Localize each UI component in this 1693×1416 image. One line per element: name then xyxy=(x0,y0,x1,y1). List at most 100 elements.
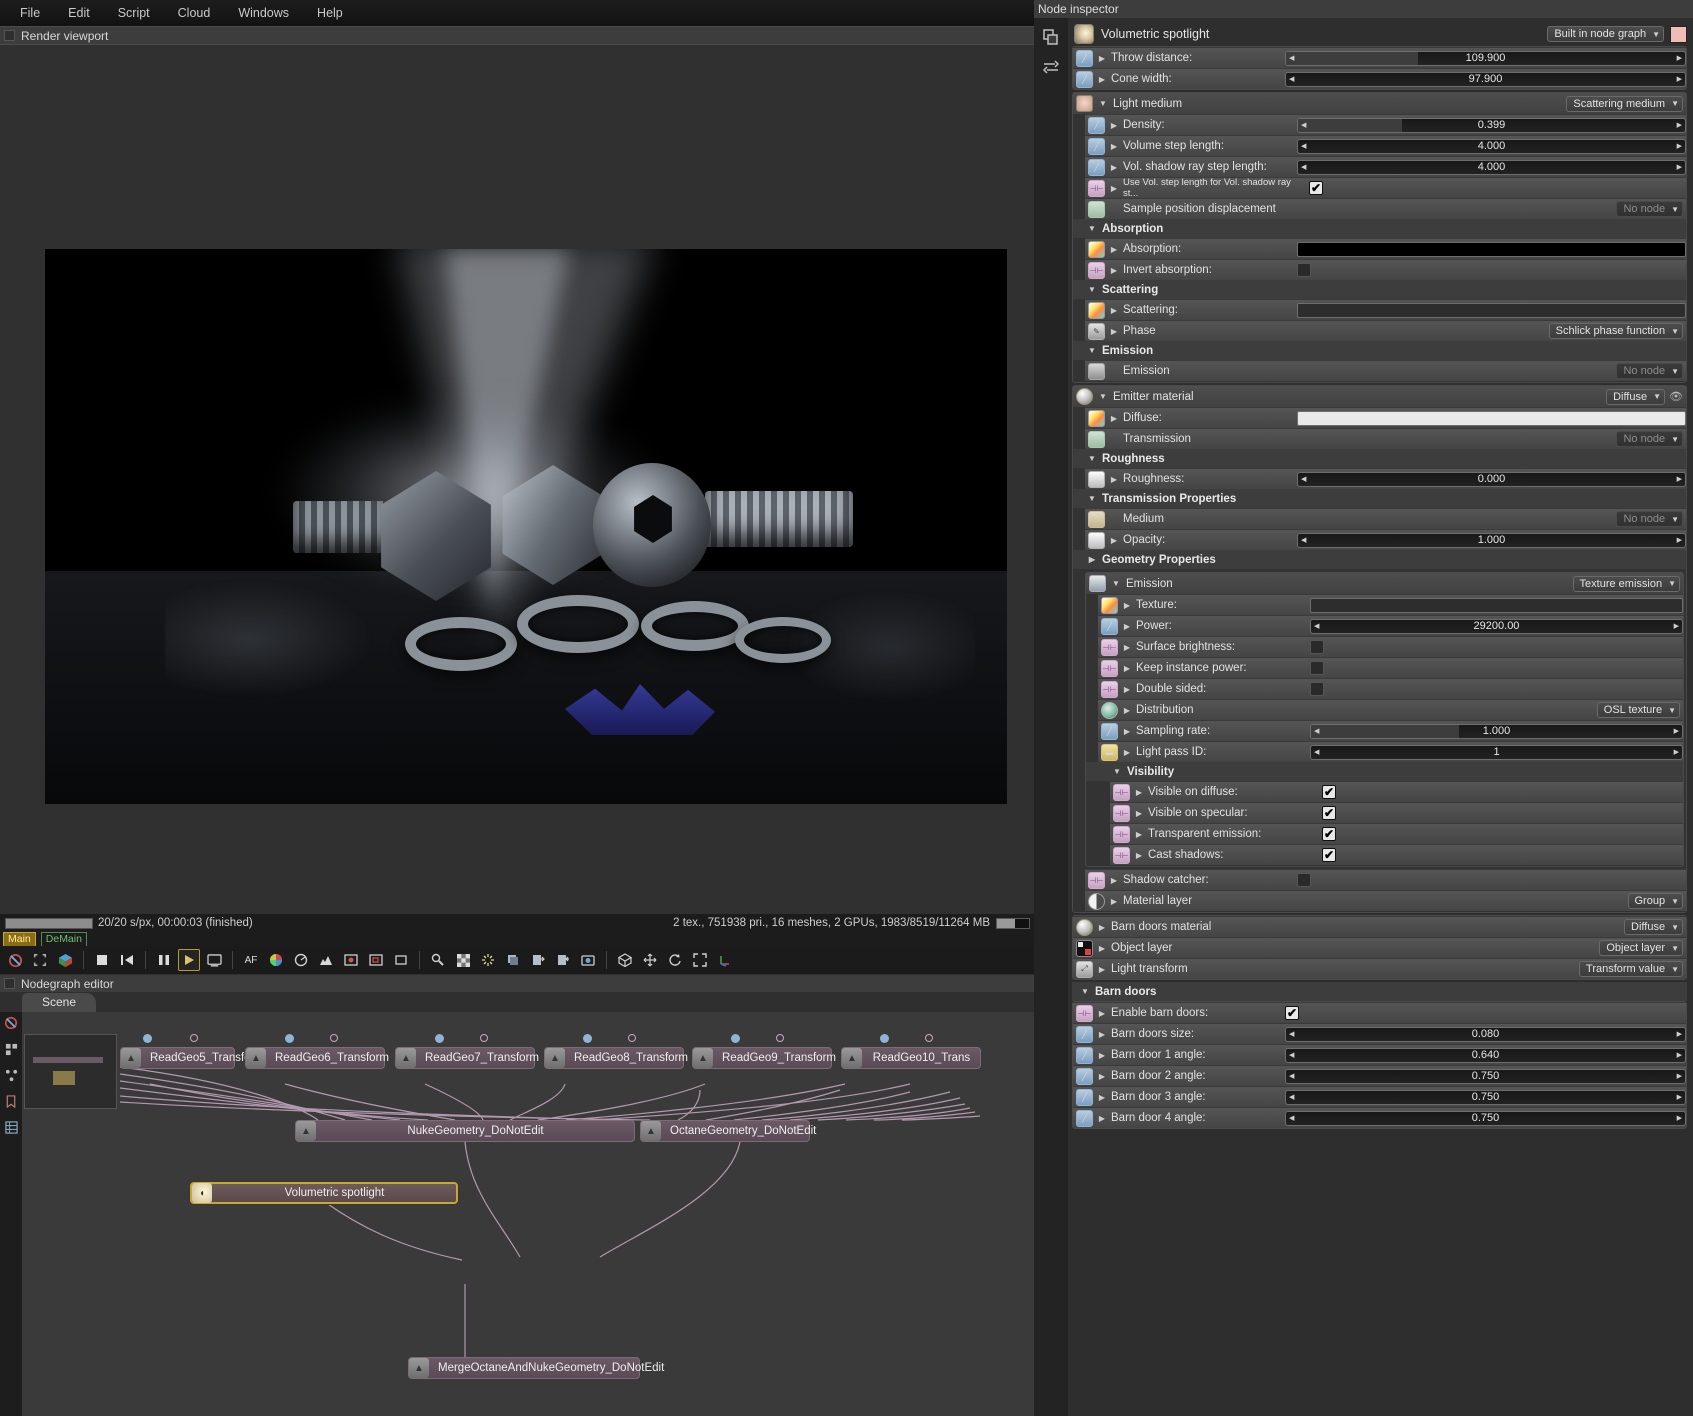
slider-left-arrow-icon[interactable]: ◀ xyxy=(1314,622,1319,630)
barn-door-3-angle-slider[interactable]: ◀ 0.750 ▶ xyxy=(1285,1089,1686,1105)
slider-left-arrow-icon[interactable]: ◀ xyxy=(1314,727,1319,735)
expand-arrow-icon[interactable]: ▶ xyxy=(1134,851,1144,860)
slider-right-arrow-icon[interactable]: ▶ xyxy=(1677,54,1682,62)
slider-right-arrow-icon[interactable]: ▶ xyxy=(1674,622,1679,630)
af-icon[interactable]: AF xyxy=(240,949,262,971)
expand-arrow-icon[interactable]: ▶ xyxy=(1109,414,1119,423)
pin-nodes-icon[interactable] xyxy=(1041,58,1061,76)
keep-instance-power-checkbox[interactable] xyxy=(1310,661,1324,675)
expand-arrow-icon[interactable]: ▶ xyxy=(1109,306,1119,315)
barn-doors-size-slider[interactable]: ◀ 0.080 ▶ xyxy=(1285,1026,1686,1042)
emission-type-combo[interactable]: Texture emission ▼ xyxy=(1572,575,1680,592)
expand-arrow-icon[interactable]: ▶ xyxy=(1109,184,1119,193)
row-emission-medium[interactable]: Emission No node ▼ xyxy=(1085,360,1686,381)
expand-arrow-icon[interactable]: ▶ xyxy=(1097,1030,1107,1039)
transmission-combo[interactable]: No node ▼ xyxy=(1616,431,1683,447)
barn-door-1-angle-slider[interactable]: ◀ 0.640 ▶ xyxy=(1285,1047,1686,1063)
emitter-material-type-combo[interactable]: Diffuse ▼ xyxy=(1606,388,1666,405)
row-object-layer[interactable]: ▶ Object layer Object layer ▼ xyxy=(1073,937,1686,958)
row-scattering[interactable]: ▶ Scattering: xyxy=(1085,299,1686,320)
expand-arrow-icon[interactable]: ▶ xyxy=(1122,601,1132,610)
row-barn-door-1-angle[interactable]: ╱ ▶ Barn door 1 angle: ◀ 0.640 ▶ xyxy=(1073,1044,1686,1065)
snapshot-icon[interactable] xyxy=(577,949,599,971)
slider-left-arrow-icon[interactable]: ◀ xyxy=(1301,142,1306,150)
node-pin[interactable] xyxy=(285,1034,294,1043)
denoise-icon[interactable] xyxy=(477,949,499,971)
collapse-arrow-icon[interactable]: ▼ xyxy=(1098,392,1108,401)
menu-item-script[interactable]: Script xyxy=(104,3,164,23)
node-port[interactable] xyxy=(925,1034,933,1042)
row-power[interactable]: ╱ ▶ Power: ◀ 29200.00 ▶ xyxy=(1098,615,1683,636)
stop-button[interactable] xyxy=(91,949,113,971)
row-barn-door-3-angle[interactable]: ╱ ▶ Barn door 3 angle: ◀ 0.750 ▶ xyxy=(1073,1086,1686,1107)
screen-icon[interactable] xyxy=(203,949,225,971)
slider-right-arrow-icon[interactable]: ▶ xyxy=(1677,121,1682,129)
row-sample-position-displacement[interactable]: Sample position displacement No node ▼ xyxy=(1085,198,1686,219)
light-pass-id-slider[interactable]: ◀ 1 ▶ xyxy=(1310,744,1683,760)
slider-left-arrow-icon[interactable]: ◀ xyxy=(1301,121,1306,129)
row-visible-on-specular[interactable]: ⊣⊢ ▶ Visible on specular: ✔ xyxy=(1110,802,1683,823)
cast-shadows-checkbox[interactable]: ✔ xyxy=(1322,848,1336,862)
slider-left-arrow-icon[interactable]: ◀ xyxy=(1301,163,1306,171)
play-button[interactable] xyxy=(178,949,200,971)
row-texture[interactable]: ▶ Texture: xyxy=(1098,594,1683,615)
expand-arrow-icon[interactable]: ▶ xyxy=(1122,622,1132,631)
slider-left-arrow-icon[interactable]: ◀ xyxy=(1289,1030,1294,1038)
row-light-transform[interactable]: ⤢ ▶ Light transform Transform value ▼ xyxy=(1073,958,1686,979)
expand-arrow-icon[interactable]: ▶ xyxy=(1097,1009,1107,1018)
menu-item-cloud[interactable]: Cloud xyxy=(164,3,225,23)
render-canvas[interactable] xyxy=(0,45,1034,975)
shadow-catcher-checkbox[interactable] xyxy=(1297,873,1311,887)
row-distribution[interactable]: ▶ Distribution OSL texture ▼ xyxy=(1098,699,1683,720)
section-scattering[interactable]: ▼ Scattering xyxy=(1073,280,1686,299)
collapse-arrow-icon[interactable]: ▼ xyxy=(1112,767,1122,776)
nodegraph-minimap[interactable] xyxy=(24,1034,117,1109)
cube-color-icon[interactable] xyxy=(54,949,76,971)
row-transmission[interactable]: Transmission No node ▼ xyxy=(1085,428,1686,449)
rotate-icon[interactable] xyxy=(664,949,686,971)
expand-arrow-icon[interactable]: ▶ xyxy=(1122,685,1132,694)
section-geometry-properties[interactable]: ▶ Geometry Properties xyxy=(1073,550,1686,569)
node-readgeo7-transform[interactable]: ▲ ReadGeo7_Transform xyxy=(395,1047,539,1069)
expand-arrow-icon[interactable]: ▶ xyxy=(1109,163,1119,172)
node-volumetric-spotlight[interactable]: ◖ Volumetric spotlight xyxy=(190,1182,458,1204)
surface-brightness-checkbox[interactable] xyxy=(1310,640,1324,654)
slider-right-arrow-icon[interactable]: ▶ xyxy=(1677,163,1682,171)
row-phase[interactable]: ✎ ▶ Phase Schlick phase function ▼ xyxy=(1085,320,1686,341)
octane-logo-icon[interactable] xyxy=(2,1014,20,1032)
expand-arrow-icon[interactable]: ▶ xyxy=(1109,121,1119,130)
bookmark-icon[interactable] xyxy=(2,1092,20,1110)
collapse-arrow-icon[interactable]: ▼ xyxy=(1111,579,1121,588)
slider-right-arrow-icon[interactable]: ▶ xyxy=(1677,1093,1682,1101)
slider-right-arrow-icon[interactable]: ▶ xyxy=(1674,748,1679,756)
emission-header[interactable]: ▼ Emission Texture emission ▼ xyxy=(1086,573,1683,594)
collapse-arrow-icon[interactable]: ▼ xyxy=(1098,99,1108,108)
slider-right-arrow-icon[interactable]: ▶ xyxy=(1677,1114,1682,1122)
slider-right-arrow-icon[interactable]: ▶ xyxy=(1677,1051,1682,1059)
scattering-color-bar[interactable] xyxy=(1297,302,1686,318)
row-cast-shadows[interactable]: ⊣⊢ ▶ Cast shadows: ✔ xyxy=(1110,844,1683,865)
row-keep-instance-power[interactable]: ⊣⊢ ▶ Keep instance power: xyxy=(1098,657,1683,678)
collapse-arrow-icon[interactable]: ▼ xyxy=(1087,454,1097,463)
row-barn-doors-material[interactable]: ▶ Barn doors material Diffuse ▼ xyxy=(1073,916,1686,937)
slider-left-arrow-icon[interactable]: ◀ xyxy=(1289,54,1294,62)
axis-icon[interactable] xyxy=(714,949,736,971)
checker-icon[interactable] xyxy=(452,949,474,971)
texture-color-bar[interactable] xyxy=(1310,597,1683,613)
menu-item-file[interactable]: File xyxy=(6,3,54,23)
color-wheel-icon[interactable] xyxy=(265,949,287,971)
fullscreen-icon[interactable] xyxy=(689,949,711,971)
enable-barn-doors-checkbox[interactable]: ✔ xyxy=(1285,1006,1299,1020)
expand-arrow-icon[interactable]: ▶ xyxy=(1097,923,1107,932)
light-medium-header[interactable]: ▼ Light medium Scattering medium ▼ xyxy=(1073,93,1686,114)
grid-icon[interactable] xyxy=(2,1040,20,1058)
expand-arrow-icon[interactable]: ▶ xyxy=(1097,944,1107,953)
section-roughness[interactable]: ▼ Roughness xyxy=(1073,449,1686,468)
node-port[interactable] xyxy=(190,1034,198,1042)
slider-left-arrow-icon[interactable]: ◀ xyxy=(1289,1072,1294,1080)
absorption-color-bar[interactable] xyxy=(1297,241,1686,257)
node-graph-combo[interactable]: Built in node graph ▼ xyxy=(1547,26,1664,42)
section-absorption[interactable]: ▼ Absorption xyxy=(1073,219,1686,238)
slider-left-arrow-icon[interactable]: ◀ xyxy=(1314,748,1319,756)
row-use-vol-step-length[interactable]: ⊣⊢ ▶ Use Vol. step length for Vol. shado… xyxy=(1085,177,1686,199)
